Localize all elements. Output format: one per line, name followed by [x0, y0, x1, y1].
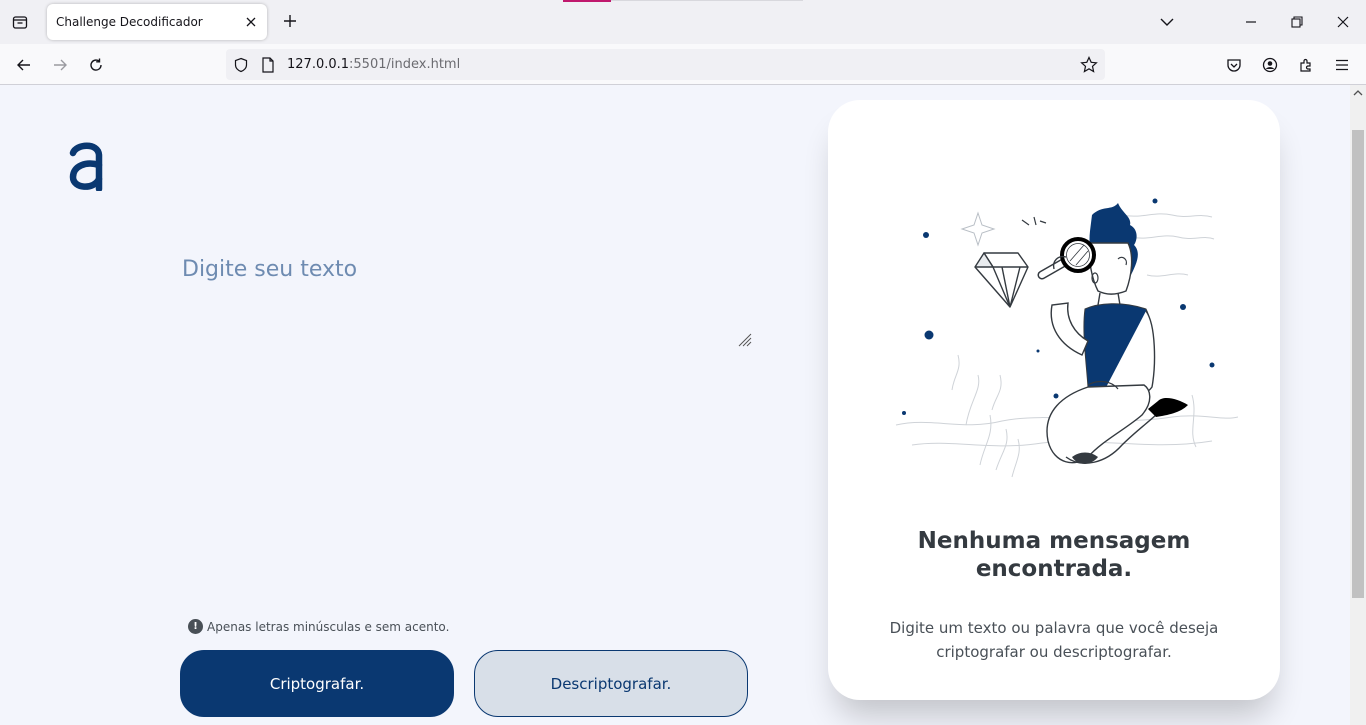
forward-arrow-icon[interactable]: [46, 51, 74, 79]
info-icon: !: [188, 619, 203, 634]
scroll-thumb[interactable]: [1352, 130, 1364, 598]
chevron-down-icon[interactable]: [1153, 8, 1181, 36]
resize-grip-icon[interactable]: [736, 331, 752, 347]
shield-icon[interactable]: [231, 55, 251, 75]
encrypt-button[interactable]: Criptografar.: [180, 650, 454, 717]
minimize-icon[interactable]: [1237, 8, 1265, 36]
logo-a-icon: [69, 142, 103, 191]
navigation-bar: 127.0.0.1:5501/index.html: [0, 44, 1366, 85]
url-text[interactable]: 127.0.0.1:5501/index.html: [287, 57, 460, 72]
message-textarea[interactable]: [180, 253, 754, 343]
hint-text: Apenas letras minúsculas e sem acento.: [207, 619, 450, 634]
reload-icon[interactable]: [82, 51, 110, 79]
tab-title: Challenge Decodificador: [56, 15, 203, 29]
back-arrow-icon[interactable]: [10, 51, 38, 79]
page-content: ! Apenas letras minúsculas e sem acento.…: [0, 85, 1350, 725]
tab-list-icon[interactable]: [6, 8, 34, 36]
close-icon[interactable]: [242, 13, 260, 31]
page-scrollbar[interactable]: [1350, 85, 1366, 725]
url-bar[interactable]: 127.0.0.1:5501/index.html: [226, 49, 1105, 80]
no-message-title: Nenhuma mensagem encontrada.: [917, 528, 1191, 582]
restore-icon[interactable]: [1283, 8, 1311, 36]
no-message-description: Digite um texto ou palavra que você dese…: [889, 619, 1219, 661]
extensions-icon[interactable]: [1292, 51, 1320, 79]
url-path: :5501/index.html: [349, 57, 461, 72]
decrypt-button[interactable]: Descriptografar.: [474, 650, 748, 717]
close-window-icon[interactable]: [1329, 8, 1357, 36]
pocket-icon[interactable]: [1220, 51, 1248, 79]
star-icon[interactable]: [1079, 55, 1099, 75]
tab-accent-line: [563, 0, 611, 2]
tab-bar: Challenge Decodificador: [0, 0, 1366, 44]
output-card: Nenhuma mensagem encontrada. Digite um t…: [828, 100, 1280, 700]
url-host: 127.0.0.1: [287, 57, 350, 72]
page-icon[interactable]: [258, 55, 278, 75]
browser-tab[interactable]: Challenge Decodificador: [47, 4, 267, 40]
menu-icon[interactable]: [1328, 51, 1356, 79]
tab-divider-line: [611, 0, 803, 1]
plus-icon[interactable]: [278, 9, 302, 33]
input-hint: ! Apenas letras minúsculas e sem acento.: [188, 619, 449, 634]
account-icon[interactable]: [1256, 51, 1284, 79]
scroll-up-icon[interactable]: [1353, 88, 1363, 98]
text-input-area: [180, 253, 754, 343]
boy-with-magnifier-illustration: [895, 198, 1238, 478]
